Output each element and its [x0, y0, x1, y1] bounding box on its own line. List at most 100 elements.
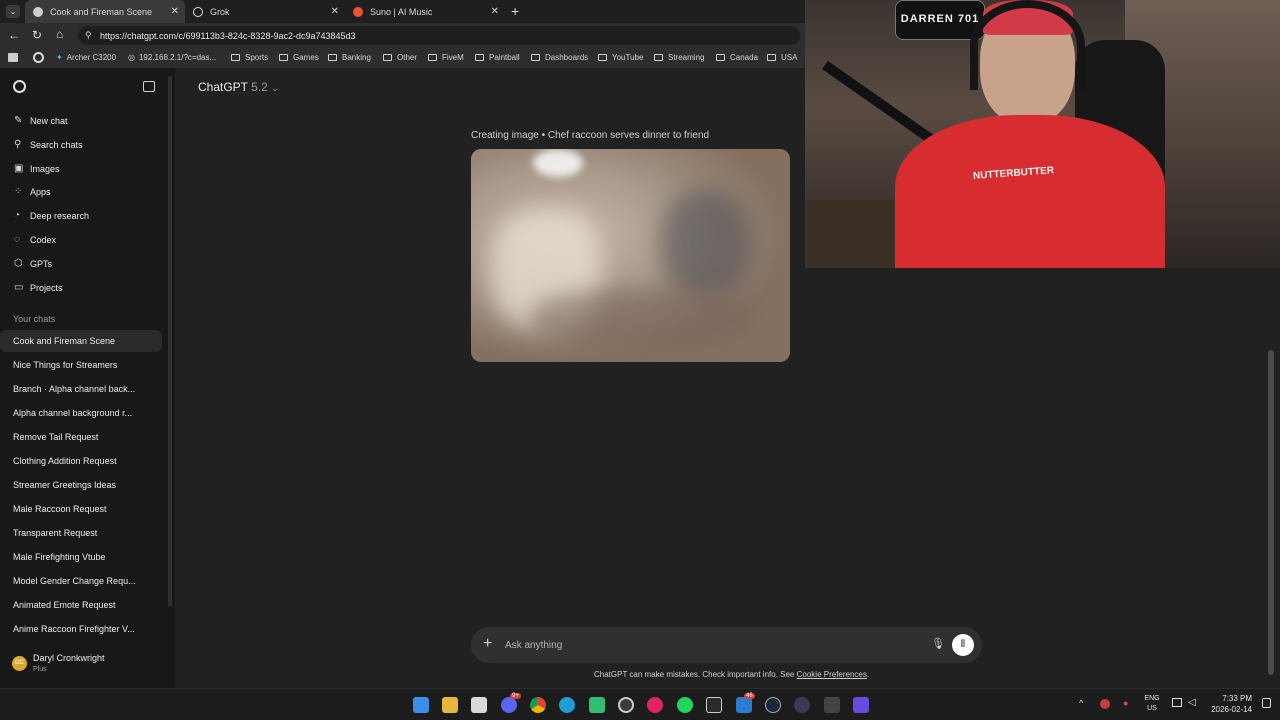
chat-item[interactable]: Alpha channel background r...: [0, 402, 162, 424]
image-blur-shape: [533, 149, 583, 177]
chat-item[interactable]: Nice Things for Streamers: [0, 354, 162, 376]
cookie-preferences-link[interactable]: Cookie Preferences: [797, 670, 867, 679]
windows-start-icon[interactable]: [413, 697, 429, 713]
close-sidebar-icon[interactable]: [143, 81, 155, 92]
user-profile-button[interactable]: DC Daryl Cronkwright Plus: [0, 648, 170, 676]
media-app-icon[interactable]: [824, 697, 840, 713]
store-icon[interactable]: [471, 697, 487, 713]
grok-favicon-icon: [193, 6, 203, 17]
chat-item[interactable]: Model Gender Change Requ...: [0, 570, 162, 592]
sidebar-item-projects[interactable]: ▭ Projects: [0, 277, 170, 299]
site-info-icon[interactable]: ⚲: [85, 30, 92, 41]
model-selector[interactable]: ChatGPT 5.2 ⌄: [198, 80, 279, 94]
sidebar-scrollbar[interactable]: [168, 76, 172, 606]
reload-icon[interactable]: ↻: [32, 28, 42, 42]
model-name: ChatGPT: [198, 80, 248, 94]
chat-item[interactable]: Remove Tail Request: [0, 426, 162, 448]
chat-item[interactable]: Transparent Request: [0, 522, 162, 544]
file-explorer-icon[interactable]: [442, 697, 458, 713]
bookmark-canada[interactable]: Canada: [716, 53, 758, 62]
codex-icon: ◌: [14, 234, 20, 245]
bookmark-games[interactable]: Games: [279, 53, 319, 62]
sidebar-item-apps[interactable]: ⁘ Apps: [0, 181, 170, 203]
volume-icon[interactable]: ◁: [1188, 697, 1196, 708]
tray-app-icon[interactable]: [1100, 699, 1110, 709]
show-hidden-icons-icon[interactable]: ^: [1079, 698, 1083, 708]
spotify-icon[interactable]: [677, 697, 693, 713]
chat-item[interactable]: Cook and Fireman Scene: [0, 330, 162, 352]
bookmark-youtube[interactable]: YouTube: [598, 53, 643, 62]
openai-logo-icon[interactable]: [13, 80, 26, 93]
tab-cook-fireman[interactable]: Cook and Fireman Scene ✕: [25, 0, 185, 23]
close-tab-icon[interactable]: ✕: [171, 6, 179, 17]
sidebar-item-label: Deep research: [30, 211, 90, 221]
bookmark-fivem[interactable]: FiveM: [428, 53, 464, 62]
network-icon[interactable]: [1172, 698, 1182, 707]
chat-item[interactable]: Male Raccoon Request: [0, 498, 162, 520]
bookmark-paintball[interactable]: Paintball: [475, 53, 520, 62]
bookmark-other[interactable]: Other: [383, 53, 417, 62]
edge-icon[interactable]: [559, 697, 575, 713]
archer-icon: ✦: [56, 53, 63, 62]
clock-date: 2026-02-14: [1211, 705, 1252, 714]
bookmark-archer[interactable]: ✦ Archer C3200: [56, 53, 116, 62]
sidebar-item-codex[interactable]: ◌ Codex: [0, 229, 170, 251]
obs-icon[interactable]: [618, 697, 634, 713]
chat-item[interactable]: Animated Emote Request: [0, 594, 162, 616]
model-version: 5.2: [251, 80, 268, 94]
bookmark-router[interactable]: ◎ 192.168.2.1/?c=das...: [128, 53, 216, 62]
language-indicator[interactable]: ENG US: [1143, 694, 1161, 714]
add-attachment-icon[interactable]: +: [483, 635, 492, 653]
url-text: https://chatgpt.com/c/699113b3-824c-8328…: [100, 30, 356, 41]
folder-icon: [654, 54, 663, 61]
google-icon[interactable]: [33, 52, 44, 63]
tab-suno[interactable]: Suno | AI Music ✕: [345, 0, 505, 23]
bookmark-sports[interactable]: Sports: [231, 53, 268, 62]
chat-item[interactable]: Streamer Greetings Ideas: [0, 474, 162, 496]
system-clock[interactable]: 7:33 PM 2026-02-14: [1202, 693, 1252, 715]
home-icon[interactable]: ⌂: [56, 27, 63, 41]
sidebar-item-gpts[interactable]: ⬡ GPTs: [0, 253, 170, 275]
chrome-icon[interactable]: [530, 697, 546, 713]
app-blue-icon[interactable]: [736, 697, 752, 713]
tab-menu-button[interactable]: ⌄: [6, 5, 20, 18]
folder-icon: ▭: [14, 282, 24, 293]
chat-item[interactable]: Branch · Alpha channel back...: [0, 378, 162, 400]
chat-item[interactable]: Anime Raccoon Firefighter V...: [0, 618, 162, 640]
arrow-app-icon[interactable]: [794, 697, 810, 713]
bookmark-label: Paintball: [489, 53, 520, 62]
chat-item[interactable]: Clothing Addition Request: [0, 450, 162, 472]
bookmark-dashboards[interactable]: Dashboards: [531, 53, 588, 62]
grid-app-icon[interactable]: [853, 697, 869, 713]
main-scrollbar[interactable]: [1268, 350, 1274, 675]
tray-mic-icon[interactable]: ●: [1123, 698, 1128, 708]
back-icon[interactable]: ←: [8, 28, 20, 42]
tab-grok[interactable]: Grok ✕: [185, 0, 345, 23]
url-field[interactable]: ⚲ https://chatgpt.com/c/699113b3-824c-83…: [78, 26, 800, 45]
sidebar-item-images[interactable]: ▣ Images: [0, 158, 170, 180]
prompt-input[interactable]: [505, 636, 905, 654]
voice-mode-button[interactable]: ⦀: [952, 634, 974, 656]
close-tab-icon[interactable]: ✕: [491, 6, 499, 17]
bookmark-banking[interactable]: Banking: [328, 53, 371, 62]
generated-image-preview[interactable]: [471, 149, 790, 362]
chat-item-label: Alpha channel background r...: [13, 408, 133, 418]
sidebar-item-deep-research[interactable]: ◔ Deep research: [0, 205, 170, 227]
app-red-icon[interactable]: [647, 697, 663, 713]
bookmark-streaming[interactable]: Streaming: [654, 53, 704, 62]
bg-app-icon[interactable]: [706, 697, 722, 713]
discord-icon[interactable]: [501, 697, 517, 713]
microphone-icon[interactable]: 🎙︎: [931, 637, 945, 650]
image-blur-shape: [531, 289, 751, 349]
sidebar-item-search-chats[interactable]: ⚲ Search chats: [0, 134, 170, 156]
chat-item[interactable]: Male Firefighting Vtube: [0, 546, 162, 568]
close-tab-icon[interactable]: ✕: [331, 6, 339, 17]
notifications-icon[interactable]: [1262, 698, 1271, 708]
bookmark-usa[interactable]: USA: [767, 53, 797, 62]
sidebar-item-new-chat[interactable]: ✎ New chat: [0, 110, 170, 132]
composer: + 🎙︎ ⦀: [471, 627, 982, 663]
bookmark-app-icon[interactable]: [8, 53, 18, 62]
app-green-icon[interactable]: [589, 697, 605, 713]
steam-icon[interactable]: [765, 697, 781, 713]
new-tab-button[interactable]: +: [511, 3, 519, 19]
